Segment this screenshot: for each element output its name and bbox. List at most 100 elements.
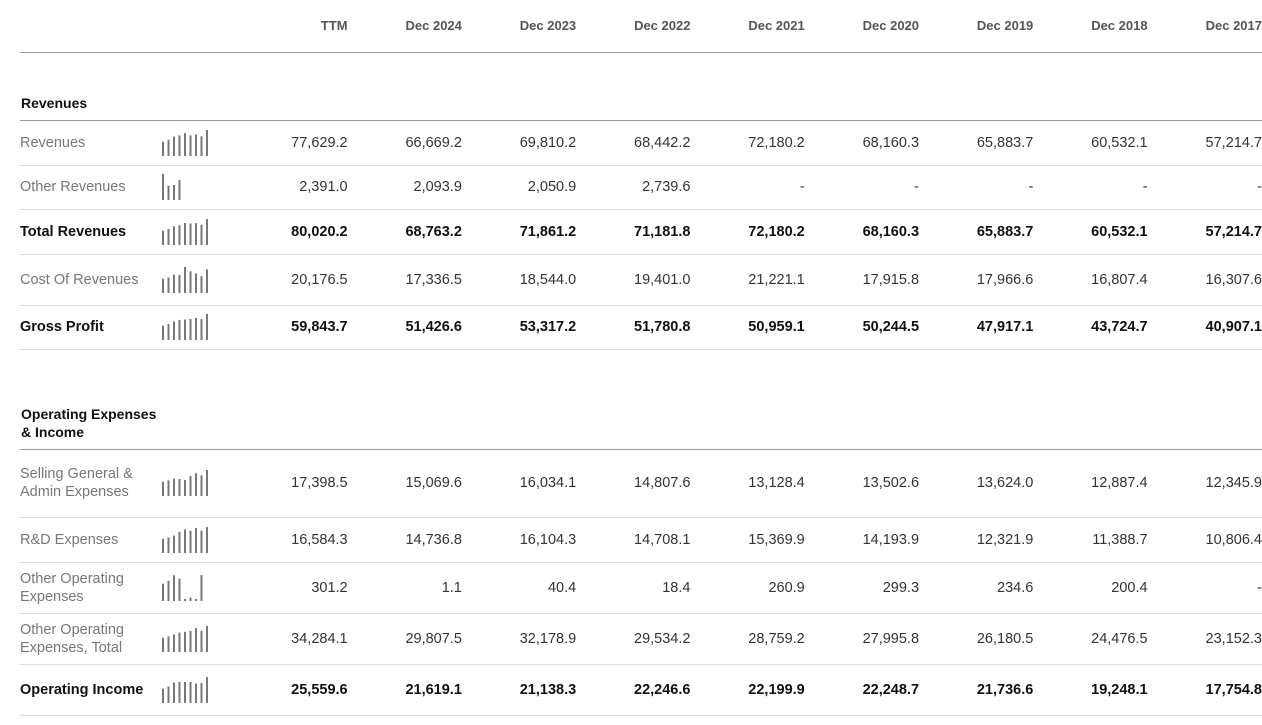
- value-cell: 15,069.6: [347, 449, 462, 518]
- sparkline-bar: [189, 476, 192, 496]
- sparkline-bar: [162, 325, 165, 340]
- sparkline-bar: [206, 218, 209, 245]
- value-cell: 12,887.4: [1033, 449, 1148, 518]
- sparkline-bar: [162, 688, 165, 703]
- sparkline-bar: [167, 686, 170, 703]
- value-cell: -: [1147, 562, 1262, 614]
- value-cell: 22,246.6: [576, 664, 691, 716]
- sparkline-bar: [189, 681, 192, 703]
- column-header[interactable]: Dec 2019: [919, 0, 1034, 53]
- row-label: Total Revenues: [20, 209, 163, 255]
- value-cell: 68,763.2: [347, 209, 462, 255]
- value-cell: 13,624.0: [919, 449, 1034, 518]
- value-cell: 12,345.9: [1147, 449, 1262, 518]
- value-cell: 18.4: [576, 562, 691, 614]
- value-cell: 17,398.5: [233, 449, 348, 518]
- value-cell: 50,959.1: [690, 305, 805, 350]
- table-row-other-operating-expenses-total[interactable]: Other Operating Expenses, Total 34,284.1 2…: [20, 613, 1262, 665]
- sparkline-bar: [206, 314, 209, 340]
- table-row-cost-of-revenues[interactable]: Cost Of Revenues 20,176.5 17,336.5 18,544.0…: [20, 254, 1262, 306]
- sparkline-bar: [200, 682, 203, 703]
- value-cell: 25,559.6: [233, 664, 348, 716]
- sparkline-bar: [173, 574, 176, 601]
- column-header[interactable]: Dec 2017: [1147, 0, 1262, 53]
- value-cell: 51,780.8: [576, 305, 691, 350]
- column-header[interactable]: Dec 2023: [461, 0, 577, 53]
- sparkline-bars: [162, 129, 209, 156]
- value-cell: 14,807.6: [576, 449, 691, 518]
- value-cell: 72,180.2: [690, 120, 805, 166]
- value-cell: 17,915.8: [804, 254, 920, 306]
- table-row-selling-general-and-admin-expenses[interactable]: Selling General & Admin Expenses 17,398.5…: [20, 449, 1262, 518]
- column-header[interactable]: Dec 2024: [347, 0, 462, 53]
- value-cell: 28,759.2: [690, 613, 805, 665]
- sparkline-bar: [162, 174, 165, 200]
- value-cell: 68,160.3: [804, 120, 920, 166]
- sparkline-cell: [162, 305, 234, 350]
- column-header[interactable]: Dec 2022: [576, 0, 691, 53]
- value-cell: 299.3: [804, 562, 920, 614]
- sparkline-bar: [178, 134, 181, 156]
- sparkline-bar: [173, 682, 176, 703]
- value-cell: 59,843.7: [233, 305, 348, 350]
- row-label: Revenues: [20, 120, 163, 166]
- column-header[interactable]: Dec 2021: [690, 0, 805, 53]
- sparkline-bar: [173, 321, 176, 340]
- column-header[interactable]: TTM: [233, 0, 348, 53]
- sparkline-cell: [162, 517, 234, 563]
- value-cell: -: [690, 165, 805, 210]
- table-row-other-operating-expenses[interactable]: Other Operating Expenses 301.2 1.1 40.4 18.4…: [20, 562, 1262, 614]
- table-row-other-revenues[interactable]: Other Revenues 2,391.0 2,093.9 2,050.9 2,739…: [20, 165, 1262, 210]
- sparkline-bar: [200, 530, 203, 553]
- table-row-randd-expenses[interactable]: R&D Expenses 16,584.3 14,736.8 16,104.3 14,7…: [20, 517, 1262, 563]
- sparkline-bars: [162, 266, 209, 293]
- value-cell: 16,307.6: [1147, 254, 1262, 306]
- value-cell: 53,317.2: [461, 305, 577, 350]
- sparkline-bar: [167, 537, 170, 553]
- column-header[interactable]: Dec 2018: [1033, 0, 1148, 53]
- value-cell: 12,321.9: [919, 517, 1034, 563]
- value-cell: 2,093.9: [347, 165, 462, 210]
- sparkline-bar: [178, 224, 181, 245]
- value-cell: 68,160.3: [804, 209, 920, 255]
- value-cell: -: [804, 165, 920, 210]
- table-row-gross-profit[interactable]: Gross Profit 59,843.7 51,426.6 53,317.2 51,7…: [20, 305, 1262, 350]
- table-row-total-revenues[interactable]: Total Revenues 80,020.2 68,763.2 71,861.2 71…: [20, 209, 1262, 255]
- value-cell: 2,391.0: [233, 165, 348, 210]
- sparkline-bar: [162, 637, 165, 652]
- sparkline-bar: [173, 136, 176, 156]
- row-label: Selling General & Admin Expenses: [20, 449, 163, 518]
- sparkline-bar: [189, 319, 192, 340]
- sparkline-bar: [200, 630, 203, 652]
- value-cell: 51,426.6: [347, 305, 462, 350]
- sparkline-bar: [184, 222, 187, 245]
- sparkline-bars: [162, 574, 203, 601]
- table-row-operating-income[interactable]: Operating Income 25,559.6 21,619.1 21,138.3…: [20, 664, 1262, 716]
- value-cell: 16,104.3: [461, 517, 577, 563]
- column-header[interactable]: Dec 2020: [804, 0, 920, 53]
- sparkline-bar: [184, 681, 187, 703]
- value-cell: 34,284.1: [233, 613, 348, 665]
- value-cell: 43,724.7: [1033, 305, 1148, 350]
- section-header-operating-expenses-and-income: Operating Expenses & Income: [20, 349, 1262, 450]
- value-cell: 40,907.1: [1147, 305, 1262, 350]
- sparkline-bars: [162, 174, 181, 200]
- sparkline-cell: [162, 562, 234, 614]
- value-cell: 50,244.5: [804, 305, 920, 350]
- sparkline-cell: [162, 120, 234, 166]
- value-cell: 68,442.2: [576, 120, 691, 166]
- sparkline-bar: [206, 470, 209, 496]
- value-cell: -: [919, 165, 1034, 210]
- sparkline-bar: [178, 274, 181, 293]
- sparkline-bars: [162, 526, 209, 553]
- sparkline-bar: [167, 228, 170, 245]
- table-row-revenues[interactable]: Revenues 77,629.2 66,669.2 69,810.2 68,442.2…: [20, 120, 1262, 166]
- sparkline-bar: [189, 597, 192, 601]
- sparkline-cell: [162, 449, 234, 518]
- income-statement-page: TTM Dec 2024 Dec 2023 Dec 2022 Dec 2021 …: [0, 0, 1262, 725]
- value-cell: 14,736.8: [347, 517, 462, 563]
- table-body: Revenues Revenues 77,629.2 66,669.2 69,810.2…: [20, 52, 1262, 716]
- value-cell: 26,180.5: [919, 613, 1034, 665]
- value-cell: 21,138.3: [461, 664, 577, 716]
- value-cell: 17,336.5: [347, 254, 462, 306]
